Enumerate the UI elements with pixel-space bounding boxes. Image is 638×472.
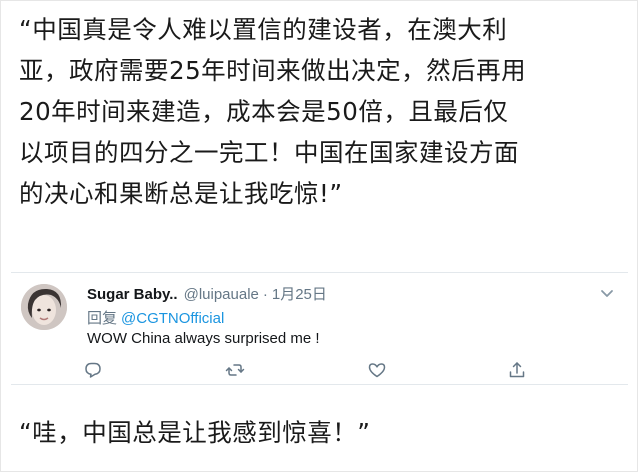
tweet-actions xyxy=(83,360,525,380)
quote-line: 20年时间来建造，成本会是50倍，且最后仅 xyxy=(19,97,509,126)
share-icon[interactable] xyxy=(507,360,527,380)
quote-line: 亚，政府需要25年时间来做出决定，然后再用 xyxy=(19,56,527,85)
avatar[interactable] xyxy=(21,284,67,330)
user-handle[interactable]: @luipauale xyxy=(184,286,259,303)
tweet-card[interactable]: Sugar Baby.. @luipauale · 1月25日 回复 @CGTNO… xyxy=(11,272,628,385)
tweet-text: WOW China always surprised me ! xyxy=(87,330,320,347)
reply-prefix: 回复 xyxy=(87,310,118,327)
screenshot-frame: “中国真是令人难以置信的建设者，在澳大利 亚，政府需要25年时间来做出决定，然后… xyxy=(0,0,638,472)
quote-top: “中国真是令人难以置信的建设者，在澳大利 亚，政府需要25年时间来做出决定，然后… xyxy=(19,9,625,214)
quote-bottom: “哇，中国总是让我感到惊喜！” xyxy=(19,418,371,447)
quote-line: “中国真是令人难以置信的建设者，在澳大利 xyxy=(19,15,508,44)
reply-mention-link[interactable]: @CGTNOfficial xyxy=(121,310,224,327)
quote-line: 的决心和果断总是让我吃惊!” xyxy=(19,179,343,208)
display-name[interactable]: Sugar Baby.. xyxy=(87,286,178,303)
like-icon[interactable] xyxy=(367,360,387,380)
comment-icon[interactable] xyxy=(83,360,103,380)
quote-line: 以项目的四分之一完工！中国在国家建设方面 xyxy=(19,138,519,167)
tweet-header: Sugar Baby.. @luipauale · 1月25日 xyxy=(87,283,327,303)
tweet-date[interactable]: 1月25日 xyxy=(272,283,327,304)
chevron-down-icon[interactable] xyxy=(600,285,614,297)
avatar-image xyxy=(21,284,67,330)
separator-dot: · xyxy=(262,286,268,303)
reply-context: 回复 @CGTNOfficial xyxy=(87,307,224,328)
retweet-icon[interactable] xyxy=(225,360,245,380)
